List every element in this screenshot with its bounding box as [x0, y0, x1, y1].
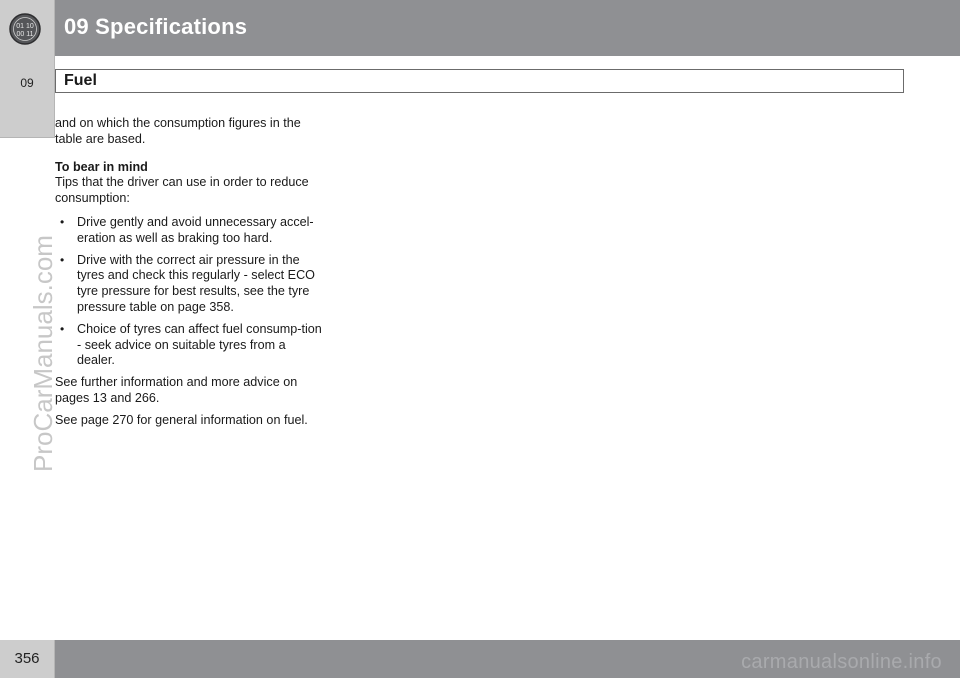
bullet-icon: • [60, 214, 65, 229]
general-info-paragraph: See page 270 for general information on … [55, 412, 308, 427]
list-item: • Drive gently and avoid unnecessary acce… [60, 214, 314, 245]
chapter-title: 09 Specifications [64, 14, 248, 39]
list-item: • Drive with the correct air pressure in … [60, 252, 315, 314]
bullet-icon: • [60, 252, 65, 267]
side-tab [0, 56, 55, 138]
list-item: • Choice of tyres can affect fuel consump… [60, 321, 322, 368]
main-content: and on which the consumption figures in … [55, 116, 325, 435]
tips-intro: Tips that the driver can use in order to… [55, 175, 309, 206]
further-info-paragraph: See further information and more advice … [55, 375, 298, 405]
svg-text:00 11: 00 11 [17, 31, 34, 38]
svg-text:01 10: 01 10 [16, 23, 34, 30]
section-title: Fuel [64, 72, 97, 89]
intro-paragraph: and on which the consumption figures in … [55, 116, 301, 146]
tips-list: • Drive gently and avoid unnecessary acce… [55, 215, 325, 369]
subheading: To bear in mind [55, 159, 148, 174]
footer-watermark: carmanualsonline.info [741, 651, 942, 673]
chapter-tab: 01 10 00 11 [0, 0, 55, 56]
page-number: 356 [14, 650, 40, 667]
section-title-box [55, 69, 904, 93]
chapter-logo-icon: 01 10 00 11 [9, 13, 41, 45]
bullet-icon: • [60, 321, 65, 336]
side-tab-label: 09 [20, 76, 34, 90]
